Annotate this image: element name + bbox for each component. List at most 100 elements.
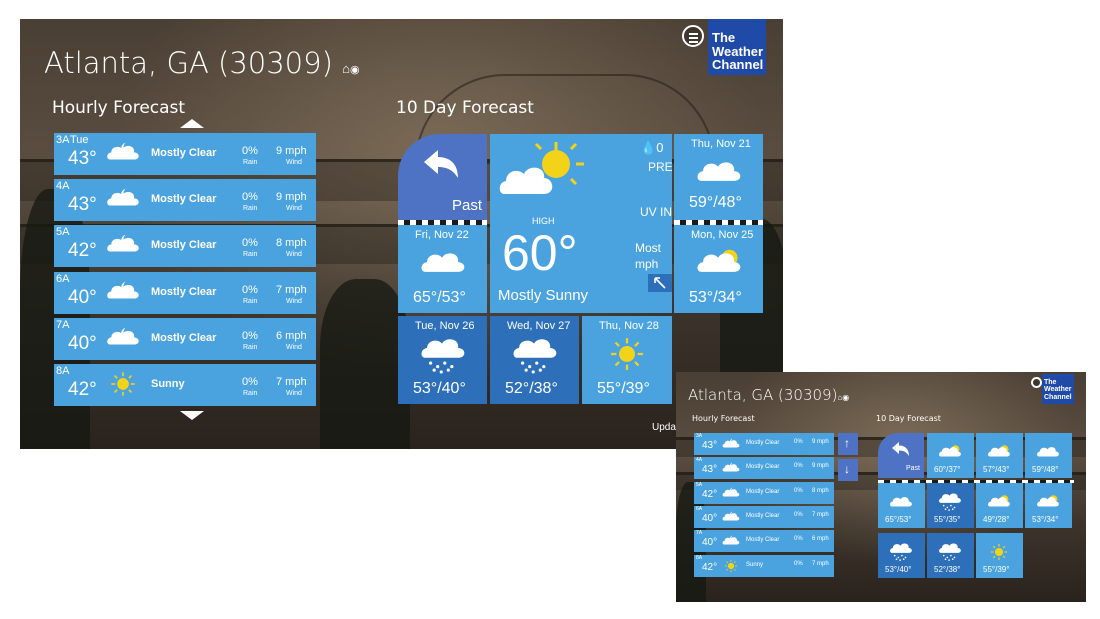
hour-time: 7A bbox=[56, 318, 70, 331]
past-label: Past bbox=[452, 197, 483, 214]
up-arrow-icon: ↑ bbox=[844, 436, 850, 450]
forecast-day-tile[interactable]: Tue, Nov 26 53°/40° bbox=[398, 316, 487, 404]
forecast-day-tile[interactable]: 59°/48° bbox=[1025, 433, 1072, 478]
hour-time: 6A bbox=[696, 505, 703, 512]
wind-label: Wind bbox=[286, 205, 302, 213]
scroll-up-button[interactable]: ↑ bbox=[838, 433, 858, 455]
forecast-day-tile[interactable]: Thu, Nov 21 59°/48° bbox=[674, 134, 763, 220]
weather-channel-logo: The Weather Channel bbox=[1042, 374, 1074, 404]
tile-day: Wed, Nov 27 bbox=[507, 320, 571, 332]
wind-speed: 9 mph bbox=[276, 145, 307, 157]
scroll-down-button[interactable]: ↓ bbox=[838, 459, 858, 481]
hour-condition: Mostly Clear bbox=[151, 285, 217, 298]
cloud-icon bbox=[696, 154, 742, 195]
weather-app-small: Atlanta, GA (30309)⌂◉ The Weather Channel … bbox=[676, 372, 1086, 602]
forecast-day-tile[interactable]: 53°/40° bbox=[878, 533, 925, 578]
hour-condition: Mostly Clear bbox=[151, 239, 217, 252]
wind-speed: 8 mph bbox=[812, 487, 829, 494]
hourly-row[interactable]: 5A 42° Mostly Clear 0% 8 mph bbox=[694, 481, 834, 505]
forecast-day-tile[interactable]: Mon, Nov 25 53°/34° bbox=[674, 225, 763, 313]
hourly-row[interactable]: 4A 43° Mostly Clear 0% 9 mph bbox=[694, 457, 834, 480]
locate-icon[interactable]: ◉ bbox=[350, 63, 360, 76]
hour-time: 3A bbox=[696, 433, 703, 439]
partly-sunny-icon bbox=[987, 443, 1011, 466]
rain-chance: 0% bbox=[794, 463, 803, 470]
wind-speed: 9 mph bbox=[812, 439, 829, 445]
wind-label: Most bbox=[635, 241, 662, 255]
forecast-day-tile[interactable]: 60°/37° bbox=[927, 433, 974, 478]
today-condition: Mostly Sunny bbox=[498, 287, 589, 304]
hourly-row[interactable]: 7A 40° Mostly Clear 0% Rain 6 mph Wind bbox=[54, 317, 316, 360]
hourly-row[interactable]: 3A Tue 43° Mostly Clear 0% Rain 9 mph Wind bbox=[54, 133, 316, 175]
hour-time: 4A bbox=[56, 180, 70, 193]
forecast-day-tile[interactable]: Wed, Nov 27 52°/38° bbox=[490, 316, 579, 404]
tile-temps: 65°/53° bbox=[885, 515, 912, 524]
partly-cloudy-night-icon bbox=[722, 461, 740, 480]
background-tree bbox=[320, 279, 410, 449]
tile-day: Thu, Nov 21 bbox=[691, 138, 751, 150]
forecast-day-tile[interactable]: 52°/38° bbox=[927, 533, 974, 578]
hourly-row[interactable]: 4A 43° Mostly Clear 0% Rain 9 mph Wind bbox=[54, 179, 316, 222]
forecast-day-tile[interactable]: 55°/35° bbox=[927, 483, 974, 528]
tile-temps: 52°/38° bbox=[505, 380, 558, 397]
scroll-up-icon[interactable] bbox=[180, 119, 204, 128]
tile-temps: 53°/34° bbox=[1032, 515, 1059, 524]
hour-condition: Mostly Clear bbox=[746, 464, 780, 471]
forecast-day-tile[interactable]: Thu, Nov 28 55°/39° bbox=[582, 316, 672, 404]
hour-temp: 43° bbox=[68, 148, 97, 169]
tile-day: Fri, Nov 22 bbox=[415, 229, 469, 241]
wind-label: Wind bbox=[286, 297, 302, 305]
hour-temp: 42° bbox=[68, 379, 97, 400]
home-icon[interactable]: ⌂◉ bbox=[837, 393, 849, 402]
hour-time: 6A bbox=[56, 272, 70, 285]
update-text: Upda bbox=[652, 422, 676, 433]
hourly-row[interactable]: 8A 42° Sunny 0% 7 mph bbox=[694, 554, 834, 577]
wind-speed: 7 mph bbox=[276, 376, 307, 388]
menu-icon[interactable] bbox=[1031, 377, 1042, 388]
forecast-day-tile[interactable]: 53°/34° bbox=[1025, 483, 1072, 528]
rain-label: Rain bbox=[243, 251, 258, 259]
forecast-day-tile[interactable]: Fri, Nov 22 65°/53° bbox=[398, 225, 487, 313]
weather-channel-logo: The Weather Channel bbox=[708, 19, 766, 75]
hour-temp: 40° bbox=[702, 512, 718, 524]
wind-speed: 9 mph bbox=[276, 191, 307, 204]
hourly-row[interactable]: 5A 42° Mostly Clear 0% Rain 8 mph Wind bbox=[54, 225, 316, 268]
hour-temp: 43° bbox=[702, 464, 718, 476]
rain-chance: 0% bbox=[242, 376, 258, 388]
rain-icon bbox=[889, 543, 913, 566]
tile-temps: 65°/53° bbox=[413, 289, 466, 306]
tile-temps: 60°/37° bbox=[934, 465, 961, 474]
menu-icon[interactable] bbox=[682, 25, 704, 47]
hour-day: Tue bbox=[70, 134, 89, 146]
hourly-row[interactable]: 6A 40° Mostly Clear 0% 7 mph bbox=[694, 505, 834, 528]
tile-temps: 53°/34° bbox=[689, 289, 742, 306]
location-title: Atlanta, GA (30309) ⌂◉ bbox=[44, 46, 360, 80]
hourly-row[interactable]: 8A 42° Sunny 0% Rain 7 mph Wind bbox=[54, 364, 316, 406]
wind-label: Wind bbox=[286, 159, 302, 166]
hourly-row[interactable]: 7A 40° Mostly Clear 0% 6 mph bbox=[694, 530, 834, 553]
hour-condition: Mostly Clear bbox=[746, 512, 780, 519]
precip-label: PRE bbox=[648, 160, 672, 174]
forecast-day-tile[interactable]: 49°/28° bbox=[976, 483, 1023, 528]
hour-temp: 43° bbox=[68, 194, 97, 216]
home-icon[interactable]: ⌂ bbox=[342, 62, 350, 77]
past-button[interactable]: Past bbox=[878, 433, 924, 478]
partly-cloudy-night-icon bbox=[722, 486, 740, 505]
wind-speed: 8 mph bbox=[276, 237, 307, 250]
forecast-day-tile[interactable]: 55°/39° bbox=[976, 533, 1023, 578]
forecast-day-tile[interactable]: 57°/43° bbox=[976, 433, 1023, 478]
ten-day-forecast-heading: 10 Day Forecast bbox=[876, 414, 941, 423]
past-button[interactable]: Past bbox=[398, 134, 487, 220]
hourly-row[interactable]: 6A 40° Mostly Clear 0% Rain 7 mph Wind bbox=[54, 271, 316, 314]
partly-cloudy-night-icon bbox=[722, 437, 740, 456]
partly-sunny-icon bbox=[696, 245, 742, 286]
hour-temp: 42° bbox=[68, 240, 97, 262]
rain-chance: 0% bbox=[242, 283, 258, 296]
hourly-row[interactable]: 3A 43° Mostly Clear 0% 9 mph bbox=[694, 433, 834, 455]
scroll-down-icon[interactable] bbox=[180, 411, 204, 420]
wind-label: Wind bbox=[286, 251, 302, 259]
rain-chance: 0% bbox=[794, 536, 803, 543]
sun-icon bbox=[106, 371, 140, 402]
hour-condition: Mostly Clear bbox=[151, 193, 217, 206]
forecast-day-tile[interactable]: 65°/53° bbox=[878, 483, 925, 528]
